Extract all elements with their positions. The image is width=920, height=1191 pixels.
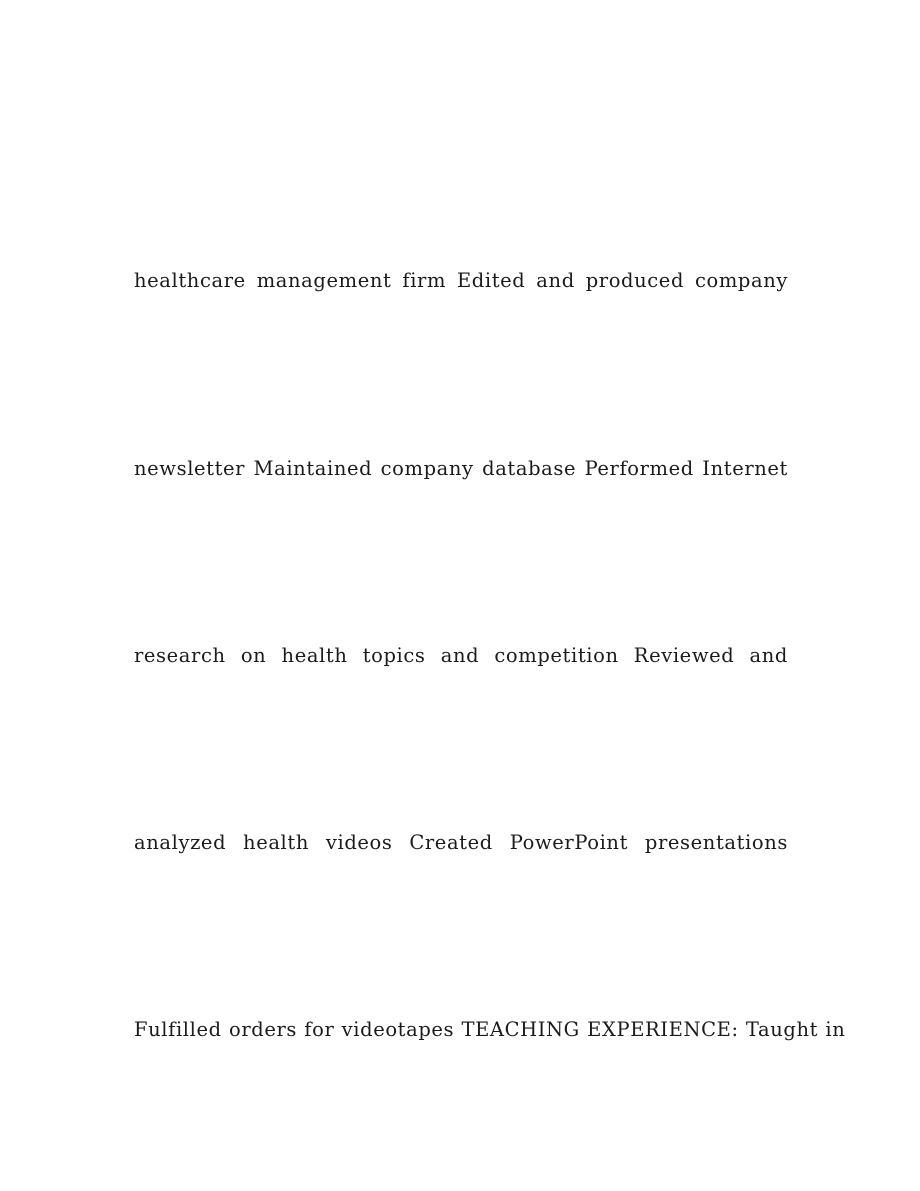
text-line-content: Fulfilled orders for videotapes TEACHING… <box>134 1018 846 1042</box>
text-line-content: newsletter Maintained company database P… <box>134 456 788 480</box>
text-line: research on health topics and competitio… <box>134 633 788 680</box>
text-line-content: analyzed health videos Created PowerPoin… <box>134 830 788 854</box>
text-line: analyzed health videos Created PowerPoin… <box>134 820 788 867</box>
text-line-content: healthcare management firm Edited and pr… <box>134 269 788 293</box>
document-page: healthcare management firm Edited and pr… <box>0 0 920 1191</box>
text-line: healthcare management firm Edited and pr… <box>134 258 788 305</box>
text-line-content: research on health topics and competitio… <box>134 643 788 667</box>
text-line: Fulfilled orders for videotapes TEACHING… <box>134 1007 845 1054</box>
text-line: newsletter Maintained company database P… <box>134 446 788 493</box>
resume-body-paragraph: healthcare management firm Edited and pr… <box>134 118 845 1191</box>
document-text-block: healthcare management firm Edited and pr… <box>134 118 845 1191</box>
